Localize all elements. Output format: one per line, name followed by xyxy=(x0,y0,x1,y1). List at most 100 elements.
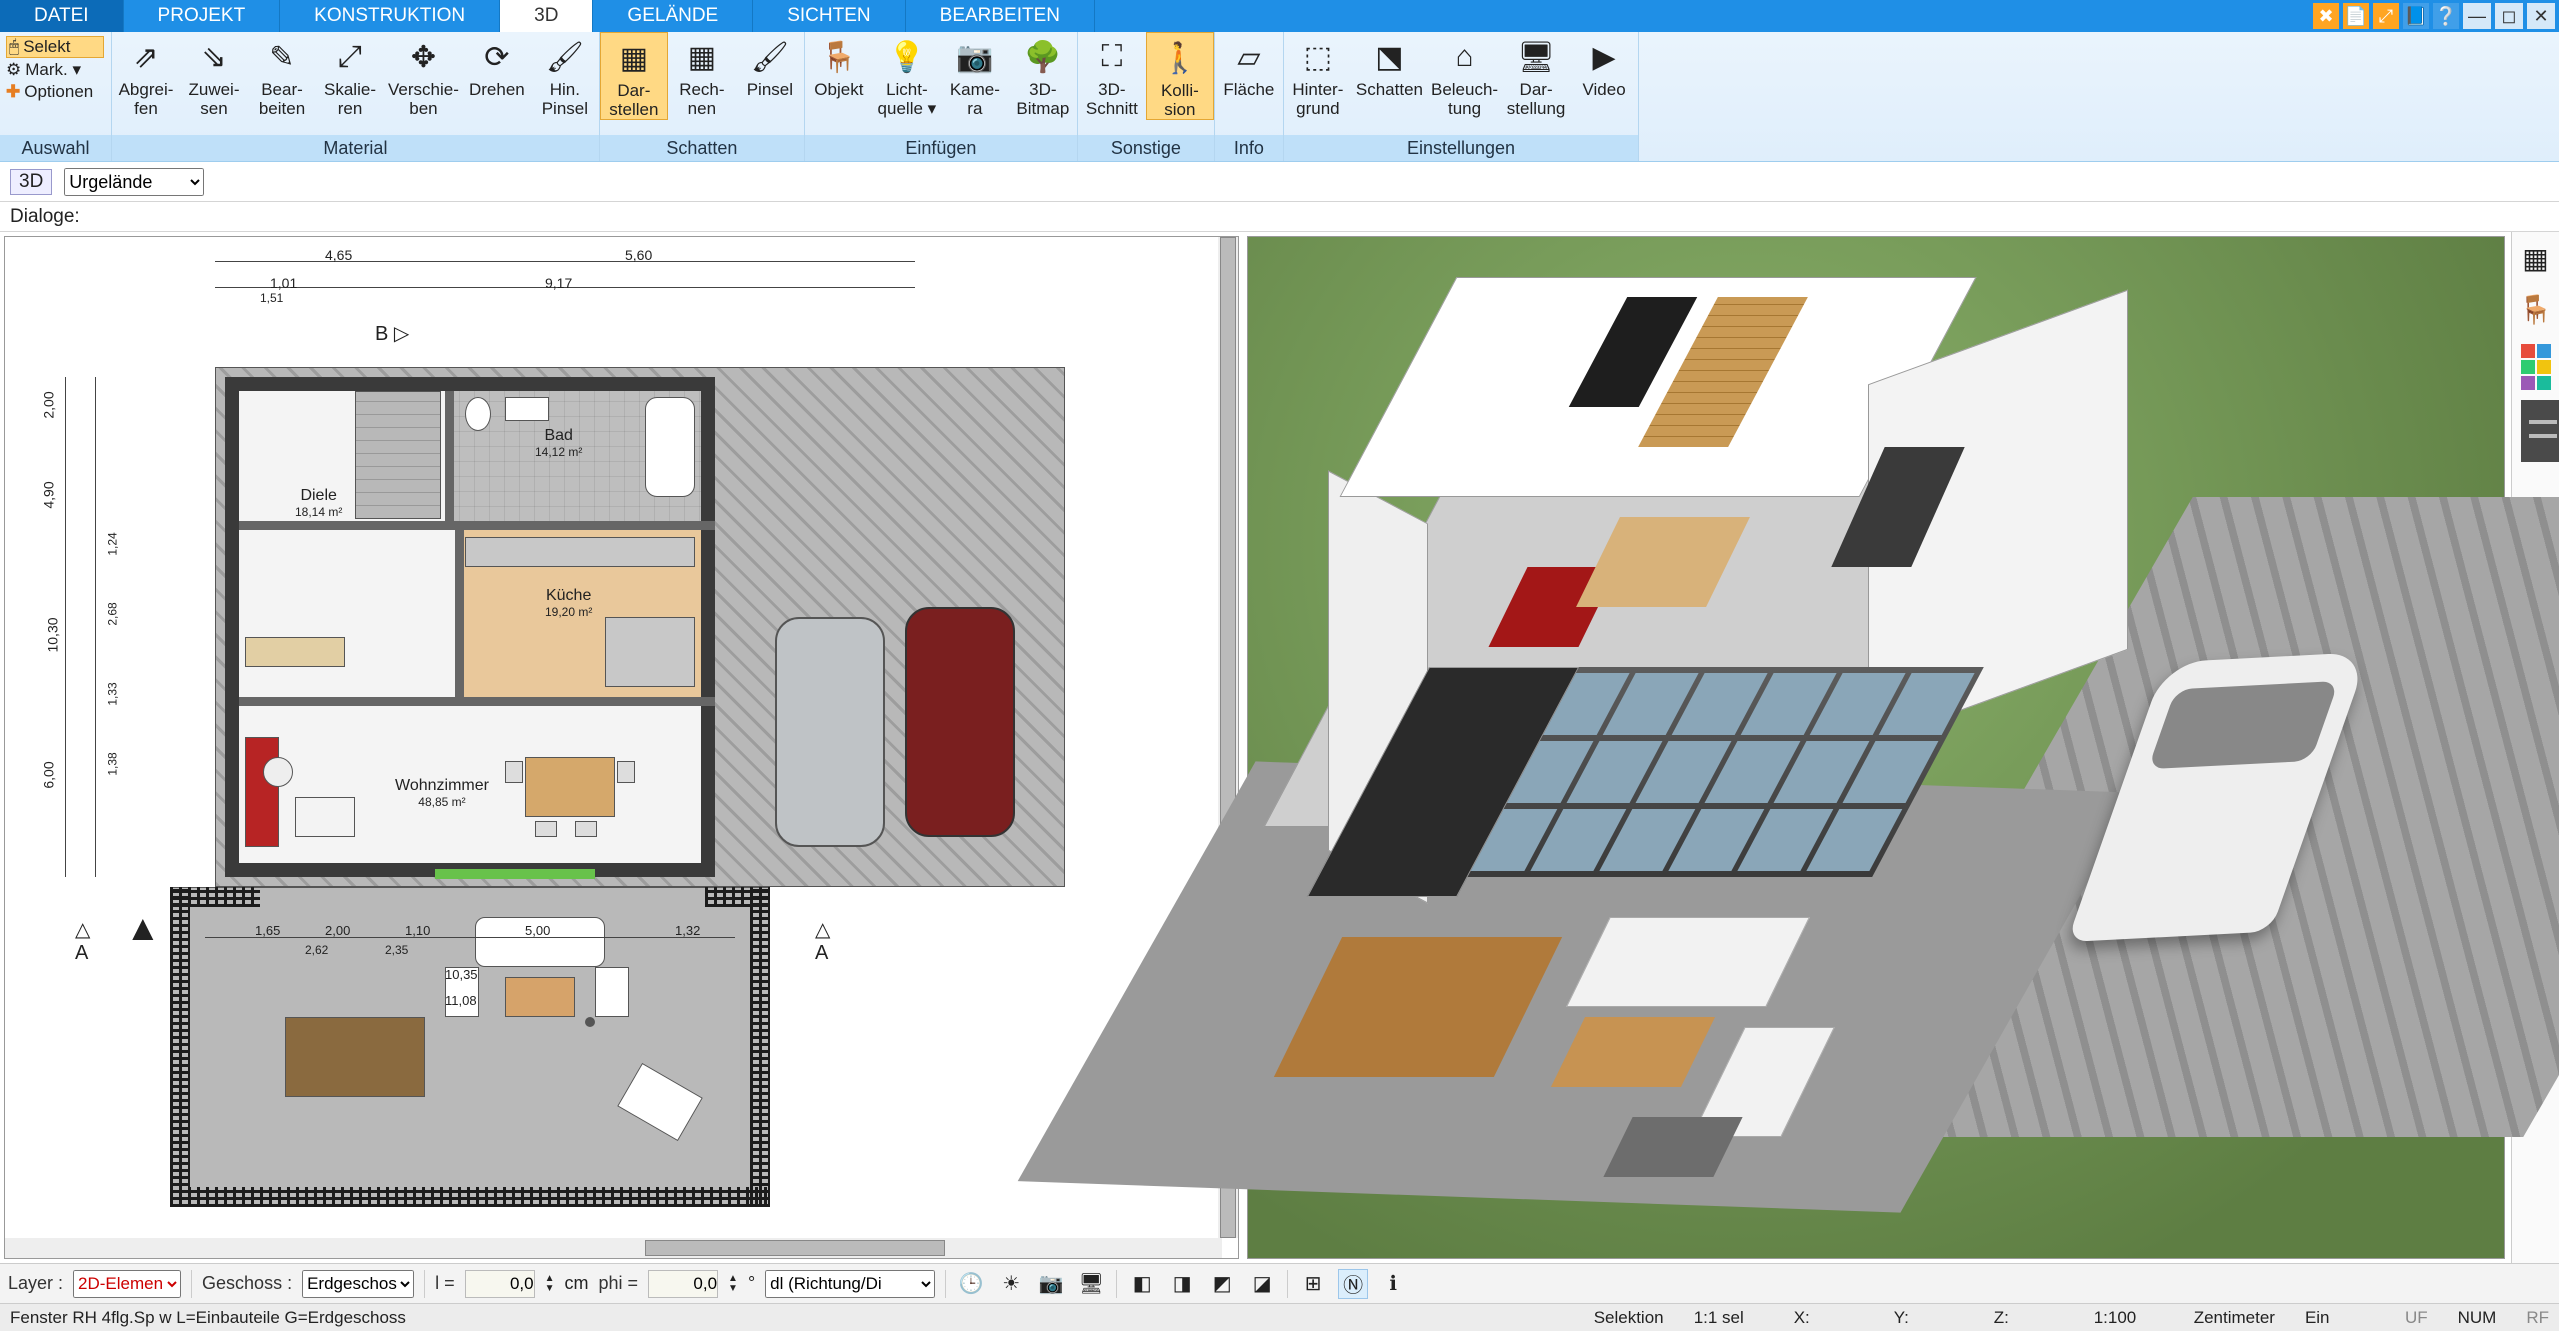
tab-projekt[interactable]: PROJEKT xyxy=(124,0,281,32)
geschoss-select[interactable]: Erdgeschos xyxy=(302,1270,414,1298)
beleuchtung-icon: ⌂ xyxy=(1444,36,1486,78)
viewport-2d[interactable]: 4,65 5,60 9,17 1,01 1,51 B ▷ 2,00 4,90 1… xyxy=(4,236,1239,1259)
ribbon-kamera[interactable]: 📷Kame- ra xyxy=(941,32,1009,118)
tool-icon-2[interactable]: 📄 xyxy=(2343,3,2369,29)
selekt-button[interactable]: 🖱 Selekt xyxy=(6,36,104,58)
richtung-select[interactable]: dl (Richtung/Di xyxy=(765,1270,935,1298)
tab-konstruktion[interactable]: KONSTRUKTION xyxy=(280,0,500,32)
wall-n xyxy=(225,377,715,391)
main-menu-tabs: DATEI PROJEKT KONSTRUKTION 3D GELÄNDE SI… xyxy=(0,0,2559,32)
wood-deck xyxy=(285,1017,425,1097)
ribbon-darstellung[interactable]: 🖥Dar- stellung xyxy=(1502,32,1570,118)
ribbon-lichtquelle[interactable]: 💡Licht- quelle ▾ xyxy=(873,32,941,118)
help-icon[interactable]: ❔ xyxy=(2433,3,2459,29)
status-ein: Ein xyxy=(2305,1308,2375,1328)
tab-datei[interactable]: DATEI xyxy=(0,0,124,32)
ribbon-verschieben[interactable]: ✥Verschie- ben xyxy=(384,32,463,118)
patio-door xyxy=(435,869,595,879)
ribbon-darstellen[interactable]: ▦Dar- stellen xyxy=(600,32,668,120)
layer-icon-2[interactable]: ◨ xyxy=(1167,1269,1197,1299)
workspace: 4,65 5,60 9,17 1,01 1,51 B ▷ 2,00 4,90 1… xyxy=(0,232,2559,1263)
dim-b-1: 2,00 xyxy=(325,923,350,938)
ribbon-pinsel[interactable]: 🖌Pinsel xyxy=(736,32,804,99)
phi-input[interactable] xyxy=(648,1270,718,1298)
ribbon-group-info: Info xyxy=(1215,135,1283,161)
camera-icon[interactable]: 📷 xyxy=(1036,1269,1066,1299)
minimize-icon[interactable]: — xyxy=(2463,3,2491,29)
ribbon-skalieren[interactable]: ⤢Skalie- ren xyxy=(316,32,384,118)
sun-icon[interactable]: ☀ xyxy=(996,1269,1026,1299)
label-bad: Bad14,12 m² xyxy=(535,427,582,459)
dim-b4: 11,08 xyxy=(445,993,477,1008)
ribbon-group-auswahl: Auswahl xyxy=(0,135,111,161)
layer-icon-4[interactable]: ◪ xyxy=(1247,1269,1277,1299)
ribbon-drehen[interactable]: ⟳Drehen xyxy=(463,32,531,99)
tab-bearbeiten[interactable]: BEARBEITEN xyxy=(906,0,1095,32)
drehen-icon: ⟳ xyxy=(476,36,518,78)
optionen-button[interactable]: ✚ Optionen xyxy=(6,82,104,102)
ribbon-auswahl-side: 🖱 Selekt ⚙ Mark. ▾ ✚ Optionen xyxy=(0,32,110,106)
bathtub-icon xyxy=(645,397,695,497)
kitchen-island xyxy=(605,617,695,687)
section-b-marker: B ▷ xyxy=(375,321,409,346)
hedge-nw xyxy=(170,887,260,907)
chair-3 xyxy=(535,821,557,837)
section-a-right: △A xyxy=(815,917,830,965)
darstellung-icon: 🖥 xyxy=(1515,36,1557,78)
ribbon-schatten2[interactable]: ⬔Schatten xyxy=(1352,32,1427,99)
tab-gelaende[interactable]: GELÄNDE xyxy=(593,0,753,32)
ribbon-hintergrund[interactable]: ⬚Hinter- grund xyxy=(1284,32,1352,118)
ribbon-beleuchtung[interactable]: ⌂Beleuch- tung xyxy=(1427,32,1502,118)
chair-1 xyxy=(505,761,523,783)
ribbon-video[interactable]: ▶Video xyxy=(1570,32,1638,99)
bearbeiten-label: Bear- beiten xyxy=(259,80,305,118)
ribbon-bearbeiten[interactable]: ✎Bear- beiten xyxy=(248,32,316,118)
screen-icon[interactable]: 🖥 xyxy=(1076,1269,1106,1299)
dim-b-2: 1,10 xyxy=(405,923,430,938)
furniture-icon[interactable]: 🪑 xyxy=(2518,293,2553,326)
ribbon-kollision[interactable]: 🚶Kolli- sion xyxy=(1146,32,1214,120)
dim-l2-3: 1,38 xyxy=(106,752,120,775)
layers-icon[interactable]: ▦ xyxy=(2522,242,2548,275)
ribbon-abgreifen[interactable]: ⇗Abgrei- fen xyxy=(112,32,180,118)
status-bar: Fenster RH 4flg.Sp w L=Einbauteile G=Erd… xyxy=(0,1303,2559,1331)
dim-b3: 10,35 xyxy=(445,967,478,982)
layer-icon-3[interactable]: ◩ xyxy=(1207,1269,1237,1299)
info-icon[interactable]: ℹ xyxy=(1378,1269,1408,1299)
tab-3d[interactable]: 3D xyxy=(500,0,593,32)
ribbon-objekt[interactable]: 🪑Objekt xyxy=(805,32,873,99)
layer-icon-1[interactable]: ◧ xyxy=(1127,1269,1157,1299)
north-arrow-icon: ▲ xyxy=(125,907,161,949)
kitchen-counter xyxy=(465,537,695,567)
grid-icon[interactable]: ⊞ xyxy=(1298,1269,1328,1299)
maximize-icon[interactable]: ◻ xyxy=(2495,3,2523,29)
layer-select[interactable]: 2D-Elemen xyxy=(73,1270,181,1298)
panel-grip[interactable] xyxy=(2521,400,2559,462)
ribbon-zuweisen[interactable]: ⇘Zuwei- sen xyxy=(180,32,248,118)
mark-dropdown[interactable]: ⚙ Mark. ▾ xyxy=(6,60,104,80)
phi-label: phi = xyxy=(599,1273,639,1294)
viewport-3d[interactable] xyxy=(1247,236,2505,1259)
dim-l-2: 10,30 xyxy=(45,617,61,652)
tool-icon-1[interactable]: ✖ xyxy=(2313,3,2339,29)
ribbon-schnitt[interactable]: ⛶3D- Schnitt xyxy=(1078,32,1146,118)
dim-l2-0: 1,24 xyxy=(106,532,120,555)
scrollbar-h-2d[interactable] xyxy=(5,1238,1222,1258)
ribbon-rechnen[interactable]: ▦Rech- nen xyxy=(668,32,736,118)
bottom-toolbar: Layer : 2D-Elemen Geschoss : Erdgeschos … xyxy=(0,1263,2559,1303)
l-label: l = xyxy=(435,1273,455,1294)
ribbon-baum[interactable]: 🌳3D- Bitmap xyxy=(1009,32,1077,118)
baum-label: 3D- Bitmap xyxy=(1016,80,1069,118)
status-scale: 1:100 xyxy=(2094,1308,2164,1328)
tool-icon-3[interactable]: ⤢ xyxy=(2373,3,2399,29)
book-icon[interactable]: 📘 xyxy=(2403,3,2429,29)
ribbon-hinpinsel[interactable]: 🖌Hin. Pinsel xyxy=(531,32,599,118)
l-input[interactable] xyxy=(465,1270,535,1298)
level-select[interactable]: Urgelände xyxy=(64,168,204,196)
clock-icon[interactable]: 🕒 xyxy=(956,1269,986,1299)
ribbon-flaeche[interactable]: ▱Fläche xyxy=(1215,32,1283,99)
tab-sichten[interactable]: SICHTEN xyxy=(753,0,905,32)
north-icon[interactable]: Ⓝ xyxy=(1338,1269,1368,1299)
close-icon[interactable]: ✕ xyxy=(2527,3,2555,29)
color-palette-icon[interactable] xyxy=(2521,344,2551,390)
